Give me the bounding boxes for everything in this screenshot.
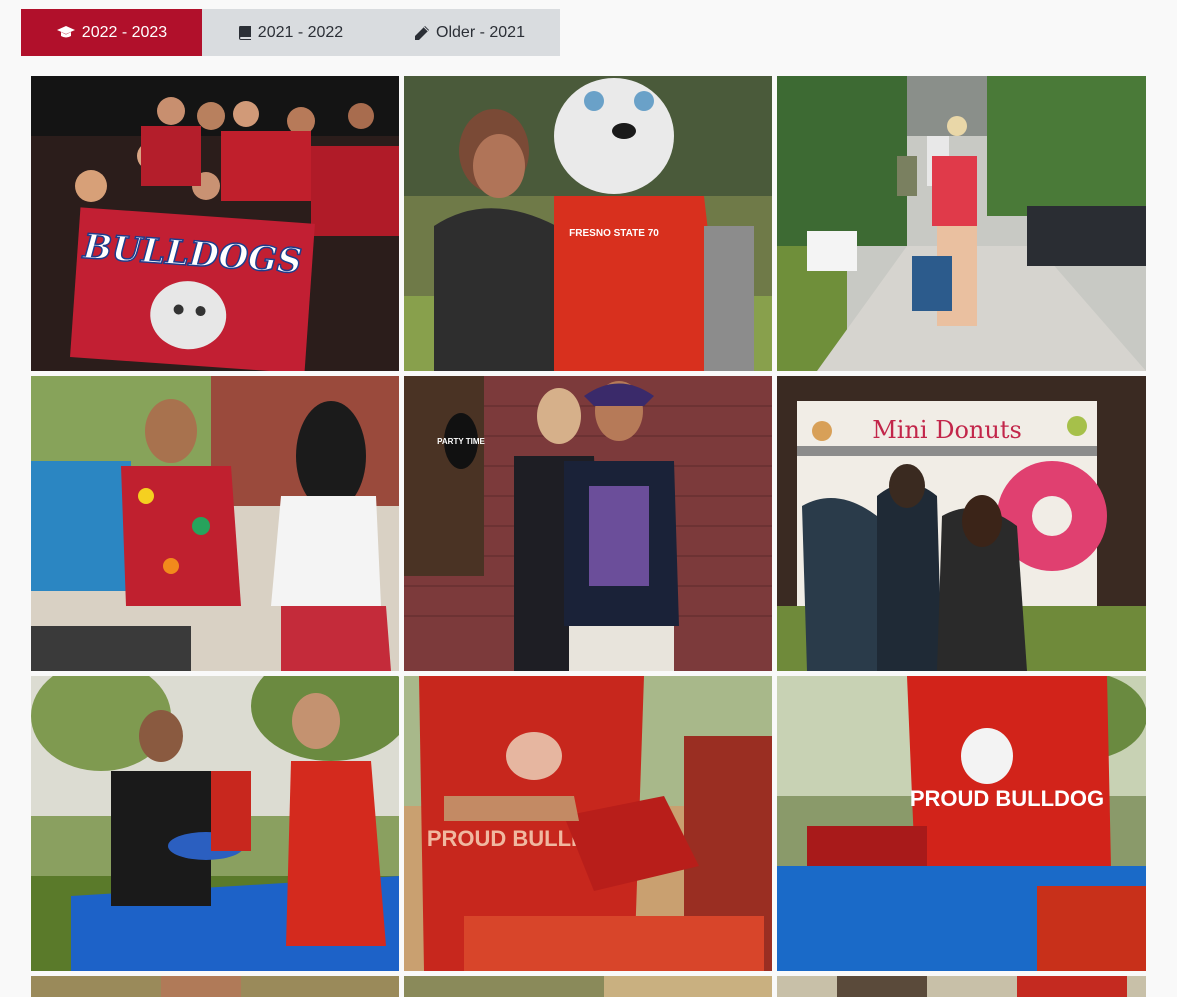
gallery-photo[interactable] bbox=[777, 976, 1146, 997]
move-in-walk-photo bbox=[777, 76, 1146, 371]
gallery-photo[interactable]: PROUD BULLDOG bbox=[404, 676, 772, 971]
gallery-photo[interactable] bbox=[404, 976, 772, 997]
mascot-selfie-photo: FRESNO STATE 70 bbox=[404, 76, 772, 371]
photo-gallery: BULLDOGS FRESNO STATE 70 PARTY TIME Mini… bbox=[31, 76, 1146, 997]
tab-older-2021[interactable]: Older - 2021 bbox=[379, 9, 560, 56]
gallery-photo[interactable] bbox=[777, 76, 1146, 371]
tab-2022-2023[interactable]: 2022 - 2023 bbox=[21, 9, 202, 56]
giveaway-table-photo bbox=[31, 676, 399, 971]
partial-photo bbox=[404, 976, 772, 997]
gallery-photo[interactable]: FRESNO STATE 70 bbox=[404, 76, 772, 371]
svg-text:FRESNO STATE 70: FRESNO STATE 70 bbox=[569, 228, 659, 239]
gallery-photo[interactable] bbox=[31, 376, 399, 671]
gallery-photo[interactable] bbox=[31, 676, 399, 971]
gallery-photo[interactable]: BULLDOGS bbox=[31, 76, 399, 371]
bulldogs-flag-photo: BULLDOGS bbox=[31, 76, 399, 371]
year-tabs: 2022 - 2023 2021 - 2022 Older - 2021 bbox=[21, 9, 560, 56]
friends-posing-photo: PARTY TIME bbox=[404, 376, 772, 671]
mini-donuts-photo: Mini Donuts bbox=[777, 376, 1146, 671]
graduation-cap-icon bbox=[56, 25, 76, 41]
tab-2021-2022[interactable]: 2021 - 2022 bbox=[202, 9, 379, 56]
pencil-icon bbox=[414, 25, 430, 41]
partial-photo bbox=[777, 976, 1146, 997]
partial-photo bbox=[31, 976, 399, 997]
shirt-stack-photo: PROUD BULLDOG bbox=[777, 676, 1146, 971]
svg-text:PROUD BULLDOG: PROUD BULLDOG bbox=[910, 786, 1104, 811]
tab-label: 2021 - 2022 bbox=[257, 23, 344, 41]
shirt-folding-photo: PROUD BULLDOG bbox=[404, 676, 772, 971]
shaved-ice-photo bbox=[31, 376, 399, 671]
gallery-photo[interactable]: PARTY TIME bbox=[404, 376, 772, 671]
svg-text:PARTY TIME: PARTY TIME bbox=[437, 437, 485, 446]
book-icon bbox=[238, 25, 252, 41]
gallery-photo[interactable]: Mini Donuts bbox=[777, 376, 1146, 671]
tab-label: 2022 - 2023 bbox=[81, 23, 168, 41]
tab-label: Older - 2021 bbox=[436, 23, 525, 41]
svg-text:Mini Donuts: Mini Donuts bbox=[872, 416, 1022, 444]
gallery-photo[interactable] bbox=[31, 976, 399, 997]
gallery-photo[interactable]: PROUD BULLDOG bbox=[777, 676, 1146, 971]
